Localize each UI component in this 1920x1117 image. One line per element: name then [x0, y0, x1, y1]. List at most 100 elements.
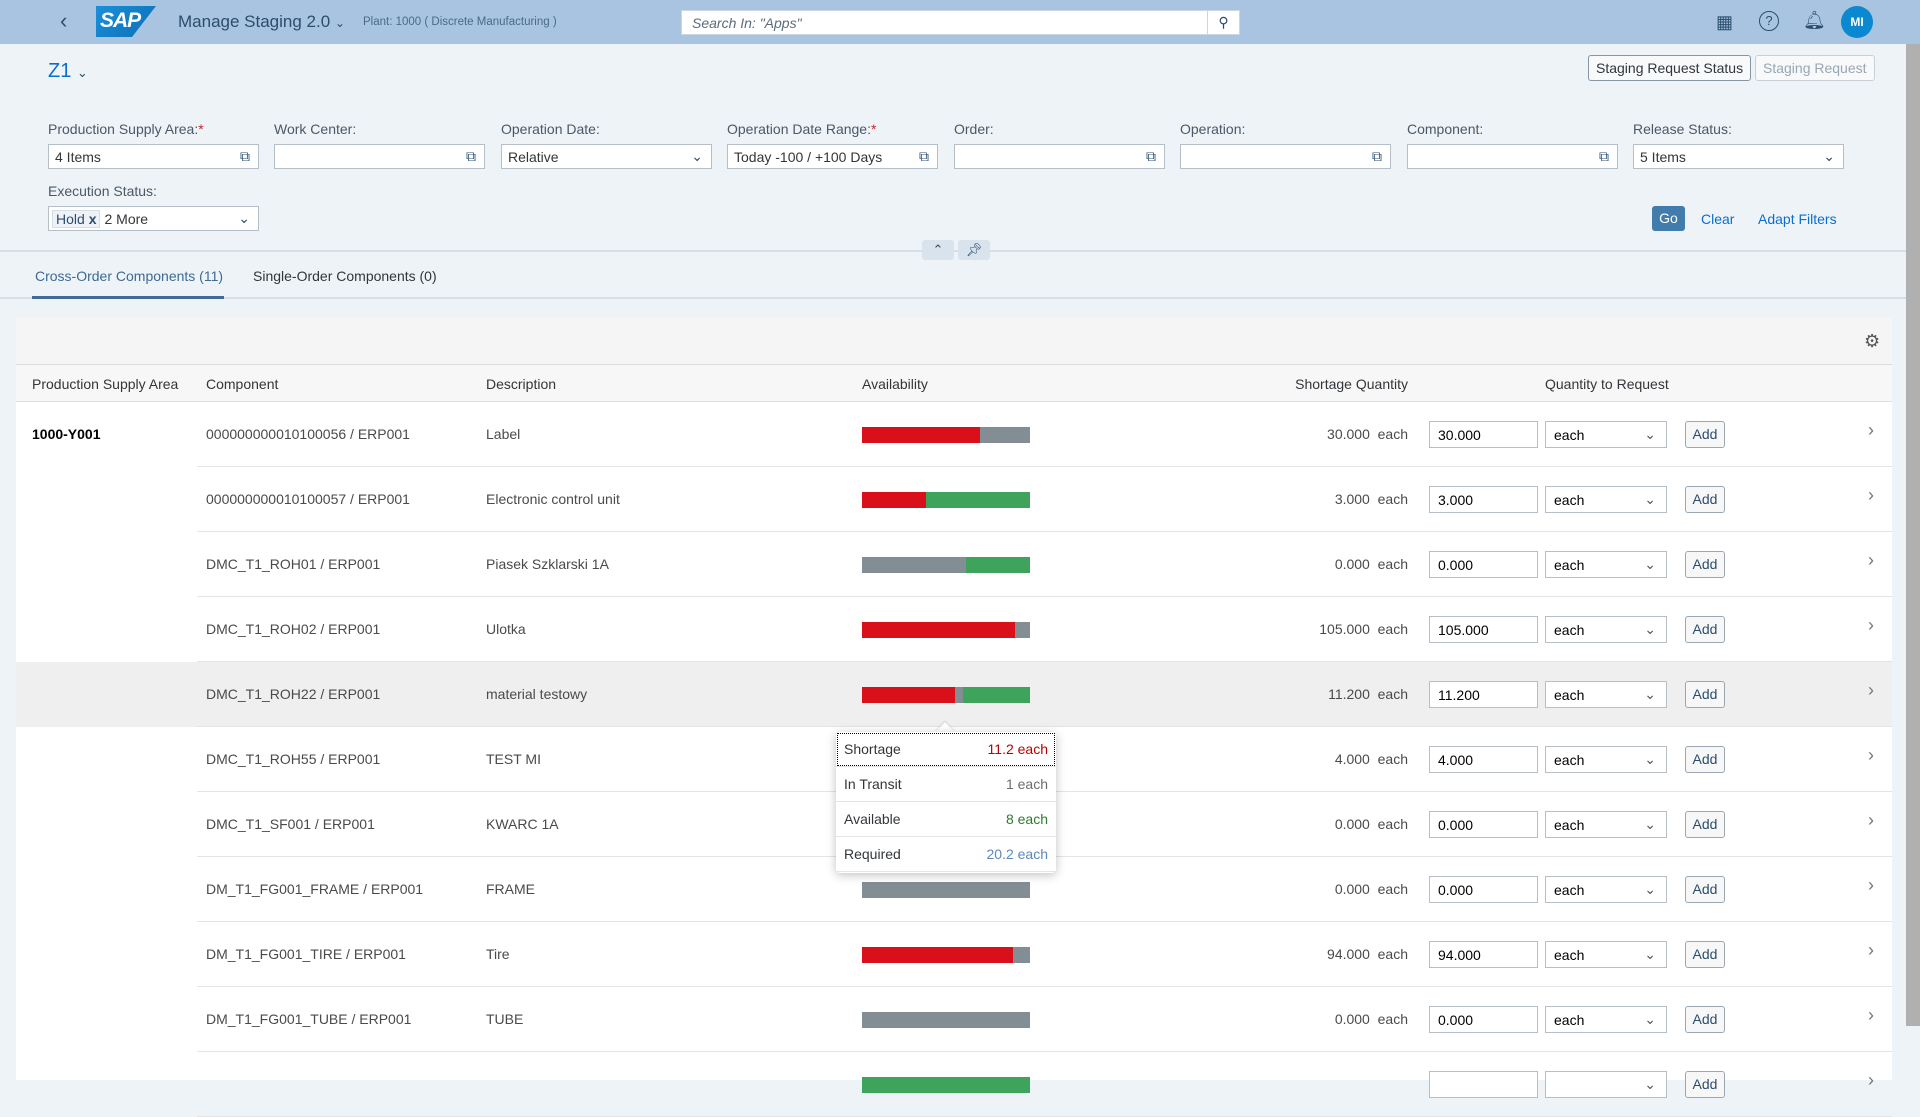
more-tokens[interactable]: 2 More [104, 211, 148, 227]
availability-bar[interactable] [862, 882, 1030, 898]
value-help-icon[interactable]: ⧉ [240, 148, 250, 165]
table-row[interactable]: DM_T1_FG001_TUBE / ERP001 TUBE 0.000 each 0… [16, 987, 1892, 1052]
filter-input[interactable]: ⧉ [954, 144, 1165, 169]
unit-select[interactable]: each ⌄ [1545, 551, 1667, 578]
quantity-input[interactable]: 4.000 [1429, 746, 1538, 773]
add-button[interactable]: Add [1685, 746, 1725, 773]
unit-select[interactable]: each ⌄ [1545, 876, 1667, 903]
unit-select[interactable]: each ⌄ [1545, 941, 1667, 968]
chevron-right-icon[interactable]: › [1868, 680, 1874, 701]
unit-select[interactable]: each ⌄ [1545, 1006, 1667, 1033]
value-help-icon[interactable]: ⧉ [1372, 148, 1382, 165]
quantity-input[interactable]: 11.200 [1429, 681, 1538, 708]
availability-bar[interactable] [862, 1012, 1030, 1028]
add-button[interactable]: Add [1685, 421, 1725, 448]
filter-input[interactable]: Today -100 / +100 Days ⧉ [727, 144, 938, 169]
back-icon[interactable]: ‹ [60, 10, 67, 32]
bell-icon[interactable]: 🔔︎ [1803, 11, 1826, 29]
chevron-right-icon[interactable]: › [1868, 810, 1874, 831]
settings-gear-icon[interactable]: ⚙ [1864, 332, 1880, 350]
staging-request-status-button[interactable]: Staging Request Status [1588, 55, 1752, 81]
table-row[interactable]: DM_T1_FG001_TIRE / ERP001 Tire 94.000 each… [16, 922, 1892, 987]
search-icon[interactable]: ⚲ [1207, 10, 1240, 35]
page-scrollbar[interactable] [1906, 44, 1920, 1026]
filter-input[interactable]: Relative ⌄ [501, 144, 712, 169]
quantity-input[interactable]: 3.000 [1429, 486, 1538, 513]
unit-select[interactable]: each ⌄ [1545, 616, 1667, 643]
availability-bar[interactable] [862, 557, 1030, 573]
add-button[interactable]: Add [1685, 811, 1725, 838]
add-button[interactable]: Add [1685, 876, 1725, 903]
availability-bar[interactable] [862, 492, 1030, 508]
chevron-right-icon[interactable]: › [1868, 420, 1874, 441]
sap-logo[interactable]: SAP [96, 6, 156, 37]
collapse-header-icon[interactable]: ⌃ [922, 240, 954, 260]
unit-select[interactable]: each ⌄ [1545, 486, 1667, 513]
app-title[interactable]: Manage Staging 2.0 ⌄ [178, 12, 345, 32]
chevron-right-icon[interactable]: › [1868, 615, 1874, 636]
table-row[interactable]: DMC_T1_ROH01 / ERP001 Piasek Szklarski 1A… [16, 532, 1892, 597]
execution-status-input[interactable]: Hold x2 More ⌄ [48, 206, 259, 231]
go-button[interactable]: Go [1652, 206, 1685, 231]
chevron-right-icon[interactable]: › [1868, 940, 1874, 961]
table-row[interactable]: ⌄ Add › [16, 1052, 1892, 1117]
add-button[interactable]: Add [1685, 1071, 1725, 1098]
value-help-icon[interactable]: ⧉ [1146, 148, 1156, 165]
quantity-input[interactable]: 105.000 [1429, 616, 1538, 643]
chevron-down-icon[interactable]: ⌄ [1823, 148, 1835, 165]
table-row[interactable]: 000000000010100057 / ERP001 Electronic co… [16, 467, 1892, 532]
value-help-icon[interactable]: ⧉ [466, 148, 476, 165]
add-button[interactable]: Add [1685, 486, 1725, 513]
chevron-right-icon[interactable]: › [1868, 1005, 1874, 1026]
token-remove-icon[interactable]: x [89, 211, 97, 227]
filter-input[interactable]: ⧉ [274, 144, 485, 169]
table-row[interactable]: 1000-Y001 000000000010100056 / ERP001 Labe… [16, 402, 1892, 467]
tab-cross-order[interactable]: Cross-Order Components (11) [35, 268, 223, 284]
chevron-right-icon[interactable]: › [1868, 550, 1874, 571]
quantity-input[interactable]: 94.000 [1429, 941, 1538, 968]
availability-bar[interactable] [862, 687, 1030, 703]
search-input[interactable]: Search In: "Apps" [681, 10, 1208, 35]
unit-select[interactable]: each ⌄ [1545, 681, 1667, 708]
add-button[interactable]: Add [1685, 616, 1725, 643]
clear-button[interactable]: Clear [1701, 211, 1734, 227]
quantity-input[interactable]: 0.000 [1429, 876, 1538, 903]
chevron-right-icon[interactable]: › [1868, 485, 1874, 506]
availability-bar[interactable] [862, 427, 1030, 443]
chevron-down-icon[interactable]: ⌄ [238, 210, 250, 227]
hold-token[interactable]: Hold x [52, 210, 101, 228]
avatar[interactable]: MI [1841, 6, 1873, 38]
add-button[interactable]: Add [1685, 681, 1725, 708]
quantity-input[interactable]: 0.000 [1429, 1006, 1538, 1033]
unit-select[interactable]: each ⌄ [1545, 811, 1667, 838]
tab-single-order[interactable]: Single-Order Components (0) [253, 268, 437, 284]
add-button[interactable]: Add [1685, 551, 1725, 578]
staging-request-button[interactable]: Staging Request [1755, 55, 1875, 81]
table-row[interactable]: DMC_T1_ROH22 / ERP001 material testowy 11.… [16, 662, 1892, 727]
filter-input[interactable]: ⧉ [1407, 144, 1618, 169]
availability-bar[interactable] [862, 947, 1030, 963]
table-row[interactable]: DMC_T1_ROH02 / ERP001 Ulotka 105.000 each 1… [16, 597, 1892, 662]
chevron-right-icon[interactable]: › [1868, 875, 1874, 896]
pin-icon[interactable]: 📌︎ [958, 240, 990, 260]
unit-select[interactable]: each ⌄ [1545, 421, 1667, 448]
variant-selector[interactable]: Z1 ⌄ [48, 60, 88, 83]
unit-select[interactable]: each ⌄ [1545, 746, 1667, 773]
help-icon[interactable]: ? [1759, 11, 1779, 31]
value-help-icon[interactable]: ⧉ [919, 148, 929, 165]
adapt-filters-button[interactable]: Adapt Filters [1758, 211, 1837, 227]
chevron-right-icon[interactable]: › [1868, 745, 1874, 766]
quantity-input[interactable]: 30.000 [1429, 421, 1538, 448]
factory-icon[interactable]: ▦ [1716, 13, 1733, 31]
unit-select[interactable]: ⌄ [1545, 1071, 1667, 1098]
chevron-down-icon[interactable]: ⌄ [691, 148, 703, 165]
filter-input[interactable]: ⧉ [1180, 144, 1391, 169]
chevron-right-icon[interactable]: › [1868, 1070, 1874, 1091]
filter-input[interactable]: 4 Items ⧉ [48, 144, 259, 169]
value-help-icon[interactable]: ⧉ [1599, 148, 1609, 165]
add-button[interactable]: Add [1685, 941, 1725, 968]
availability-bar[interactable] [862, 1077, 1030, 1093]
add-button[interactable]: Add [1685, 1006, 1725, 1033]
filter-input[interactable]: 5 Items ⌄ [1633, 144, 1844, 169]
quantity-input[interactable]: 0.000 [1429, 811, 1538, 838]
